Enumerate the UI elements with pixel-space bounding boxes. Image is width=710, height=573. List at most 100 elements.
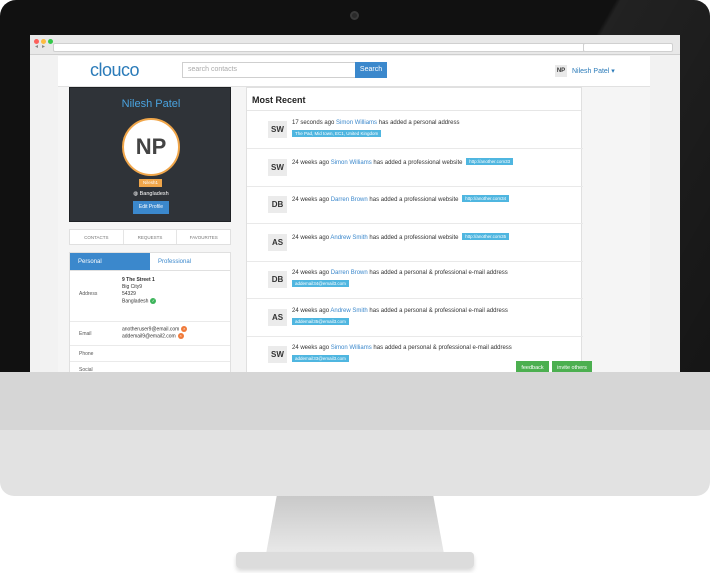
avatar[interactable]: DB (268, 271, 287, 288)
tab-personal[interactable]: Personal (70, 253, 150, 270)
address-line: 54329 (122, 291, 136, 297)
list-item: AS 24 weeks ago Andrew Smith has added a … (247, 300, 583, 337)
tab-professional[interactable]: Professional (150, 253, 230, 270)
profile-details: Address 9 The Street 1 Big City9 54329 B… (69, 271, 231, 381)
activity-time: 17 seconds ago (292, 120, 335, 126)
search-input[interactable]: search contacts (182, 62, 356, 78)
browser-toolbar: ◂ ▸ (30, 35, 680, 55)
activity-action: has added a personal & professional e-ma… (369, 307, 508, 314)
address-line: 9 The Street 1 (122, 277, 155, 283)
email-address: addemail9@email2.com (122, 333, 176, 340)
activity-time: 24 weeks ago (292, 307, 330, 314)
email-label: Email (79, 331, 92, 337)
avatar[interactable]: AS (268, 233, 287, 251)
activity-action: has added a professional website (369, 234, 459, 241)
list-item: DB 24 weeks ago Darren Brown has added a … (247, 262, 583, 299)
tab-contacts[interactable]: CONTACTS (70, 230, 124, 244)
email-row: Email anotheruser9@email.com × addemail9@… (70, 322, 230, 346)
person-link[interactable]: Andrew Smith (330, 235, 367, 241)
activity-text: 24 weeks ago Darren Brown has added a pe… (292, 270, 508, 276)
profile-location: ◍ Bangladesh (70, 191, 232, 197)
monitor-stand (266, 496, 444, 554)
activity-time: 24 weeks ago (292, 159, 330, 166)
profile-name: Nilesh Patel (121, 98, 181, 110)
avatar[interactable]: NP (555, 65, 567, 77)
avatar[interactable]: SW (268, 346, 287, 363)
profile-avatar: NP (122, 118, 180, 176)
monitor-mockup: ◂ ▸ clouco search contacts Search NP Nil… (0, 0, 710, 573)
detail-badge[interactable]: addemail34@email3.com (292, 280, 349, 287)
avatar[interactable]: SW (268, 158, 287, 176)
search-button[interactable]: Search (355, 62, 387, 78)
forward-arrow-icon[interactable]: ▸ (42, 44, 48, 50)
person-link[interactable]: Simon Williams (336, 120, 377, 126)
address-bar[interactable] (53, 43, 601, 52)
remove-icon[interactable]: × (181, 326, 188, 332)
person-link[interactable]: Simon Williams (331, 345, 372, 351)
activity-time: 24 weeks ago (292, 345, 330, 351)
profile-tag: Nilesh1 (139, 179, 162, 187)
list-item: AS 24 weeks ago Andrew Smith has added a … (247, 225, 583, 262)
email-address: anotheruser9@email.com (122, 326, 180, 333)
monitor-lower-bezel (0, 430, 710, 496)
user-menu[interactable]: Nilesh Patel ▾ (572, 67, 615, 75)
phone-label: Phone (79, 351, 94, 357)
list-item: SW 17 seconds ago Simon Williams has adde… (247, 112, 583, 149)
detail-badge[interactable]: http://another.com35 (462, 232, 510, 240)
section-tabs: CONTACTS REQUESTS FAVOURITES (69, 229, 231, 245)
activity-feed: Most Recent SW 17 seconds ago Simon Willi… (246, 87, 583, 387)
activity-time: 24 weeks ago (292, 270, 330, 276)
monitor-chin (0, 372, 710, 430)
address-label: Address (79, 291, 98, 297)
list-item: DB 24 weeks ago Darren Brown has added a … (247, 187, 583, 224)
address-line: Big City9 (122, 284, 143, 290)
monitor-base (236, 552, 474, 568)
avatar[interactable]: SW (268, 121, 287, 138)
detail-badge[interactable]: The Pad, Mid town, EC1, United Kingdom (292, 130, 382, 137)
avatar[interactable]: DB (268, 196, 287, 213)
monitor-bezel: ◂ ▸ clouco search contacts Search NP Nil… (0, 0, 710, 430)
browser-search-bar[interactable] (583, 43, 673, 52)
edit-profile-button[interactable]: Edit Profile (133, 201, 169, 214)
tab-requests[interactable]: REQUESTS (124, 230, 178, 244)
activity-time: 24 weeks ago (292, 197, 330, 203)
tab-favourites[interactable]: FAVOURITES (177, 230, 230, 244)
activity-action: has added a professional website (369, 197, 459, 203)
back-arrow-icon[interactable]: ◂ (35, 44, 41, 50)
globe-icon: ◍ (133, 191, 139, 197)
activity-text: 24 weeks ago Darren Brown has added a pr… (292, 195, 510, 203)
remove-icon[interactable]: × (177, 333, 184, 340)
activity-text: 24 weeks ago Andrew Smith has added a pe… (292, 308, 508, 314)
browser-window: ◂ ▸ clouco search contacts Search NP Nil… (30, 35, 680, 400)
verified-icon: ✓ (150, 298, 157, 304)
logo[interactable]: clouco (90, 60, 140, 81)
email-value: anotheruser9@email.com × addemail9@email2… (122, 326, 188, 341)
detail-badge[interactable]: addemail35@email3.com (292, 317, 349, 325)
phone-row: Phone (70, 346, 230, 362)
avatar[interactable]: AS (268, 308, 287, 326)
address-row: Address 9 The Street 1 Big City9 54329 B… (70, 271, 230, 322)
activity-time: 24 weeks ago (292, 234, 330, 241)
activity-action: has added a professional website (373, 159, 463, 166)
activity-action: has added a personal & professional e-ma… (369, 270, 508, 276)
detail-badge[interactable]: addemail33@email3.com (292, 355, 349, 362)
detail-badge[interactable]: http://another.com33 (466, 157, 514, 165)
profile-tabs: Personal Professional (69, 252, 231, 271)
person-link[interactable]: Andrew Smith (330, 308, 367, 314)
top-navbar: clouco search contacts Search NP Nilesh … (58, 56, 650, 87)
camera-icon (350, 11, 359, 20)
activity-action: has added a personal address (378, 120, 460, 126)
profile-card: Nilesh Patel NP Nilesh1 ◍ Bangladesh Edi… (69, 87, 231, 222)
list-item: SW 24 weeks ago Simon Williams has added … (247, 150, 583, 187)
detail-badge[interactable]: http://another.com34 (462, 195, 510, 202)
activity-text: 24 weeks ago Andrew Smith has added a pr… (292, 232, 510, 241)
person-link[interactable]: Simon Williams (331, 160, 372, 166)
person-link[interactable]: Darren Brown (331, 270, 368, 276)
location-label: Bangladesh (139, 191, 169, 197)
activity-text: 17 seconds ago Simon Williams has added … (292, 120, 459, 126)
person-link[interactable]: Darren Brown (331, 197, 368, 203)
address-value: 9 The Street 1 Big City9 54329 Banglades… (122, 277, 157, 305)
activity-text: 24 weeks ago Simon Williams has added a … (292, 345, 512, 351)
activity-text: 24 weeks ago Simon Williams has added a … (292, 157, 514, 166)
activity-action: has added a personal & professional e-ma… (373, 345, 512, 351)
